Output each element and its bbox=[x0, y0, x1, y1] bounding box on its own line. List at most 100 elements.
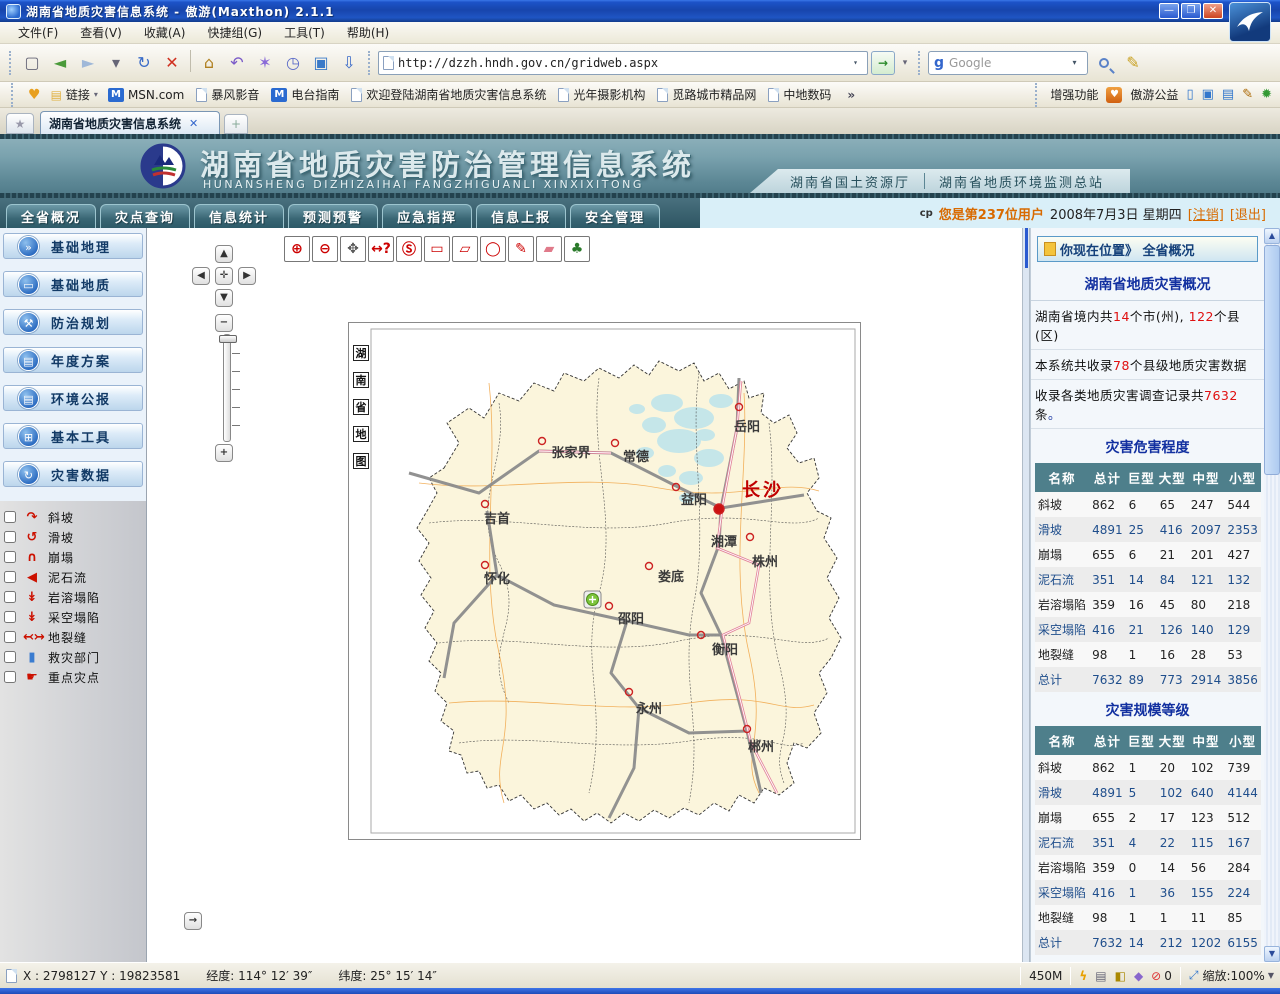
menu-item[interactable]: 帮助(H) bbox=[337, 22, 399, 43]
menu-item[interactable]: 工具(T) bbox=[274, 22, 335, 43]
highlight-icon[interactable]: ✎ bbox=[1120, 50, 1146, 76]
draw-line-tool[interactable]: ✎ bbox=[508, 236, 534, 262]
menu-item[interactable]: 文件(F) bbox=[8, 22, 68, 43]
pan-right-button[interactable]: ▶ bbox=[238, 267, 256, 285]
notes-icon[interactable]: ▤ bbox=[1222, 87, 1234, 102]
link-item[interactable]: 暴风影音 bbox=[196, 86, 259, 103]
minimize-button[interactable]: — bbox=[1159, 3, 1179, 19]
charity-label[interactable]: 傲游公益 bbox=[1130, 86, 1178, 103]
nav-tab-安全管理[interactable]: 安全管理 bbox=[570, 204, 660, 228]
forward-button[interactable]: ► bbox=[75, 50, 101, 76]
go-dropdown-icon[interactable]: ▾ bbox=[898, 50, 912, 76]
pan-center-button[interactable]: ✛ bbox=[215, 267, 233, 285]
links-overflow-icon[interactable]: » bbox=[847, 88, 855, 102]
sidebar-section-基本工具[interactable]: ⊞基本工具 bbox=[3, 423, 143, 449]
pen-icon[interactable]: ✎ bbox=[1242, 87, 1253, 102]
exit-link[interactable]: [退出] bbox=[1230, 204, 1266, 223]
url-text[interactable]: http://dzzh.hndh.gov.cn/gridweb.aspx bbox=[398, 56, 844, 70]
sidebar-section-灾害数据[interactable]: ↻灾害数据 bbox=[3, 461, 143, 487]
zoom-in-button[interactable]: + bbox=[215, 444, 233, 462]
tab-close-icon[interactable]: ✕ bbox=[189, 117, 198, 130]
scale-tool[interactable]: Ⓢ bbox=[396, 236, 422, 262]
layer-checkbox[interactable] bbox=[4, 531, 16, 543]
city-marker[interactable] bbox=[714, 504, 724, 514]
banner-link-monitor-station[interactable]: 湖南省地质环境监测总站 bbox=[939, 172, 1104, 191]
link-item[interactable]: 欢迎登陆湖南省地质灾害信息系统 bbox=[351, 86, 546, 103]
sidebar-section-基础地质[interactable]: ▭基础地质 bbox=[3, 271, 143, 297]
pan-tool[interactable]: ✥ bbox=[340, 236, 366, 262]
google-icon[interactable]: g bbox=[934, 55, 944, 71]
menu-item[interactable]: 快捷组(G) bbox=[197, 22, 272, 43]
panel-splitter[interactable] bbox=[1022, 228, 1030, 962]
ad-blocker-icon[interactable]: ⊘ bbox=[1151, 969, 1161, 983]
sidebar-section-环境公报[interactable]: ▤环境公报 bbox=[3, 385, 143, 411]
logout-link[interactable]: [注销] bbox=[1188, 204, 1224, 223]
link-item[interactable]: M电台指南 bbox=[271, 86, 339, 103]
close-button[interactable]: ✕ bbox=[1203, 3, 1223, 19]
nav-tab-信息统计[interactable]: 信息统计 bbox=[194, 204, 284, 228]
plugin-label[interactable]: 增强功能 bbox=[1050, 86, 1098, 103]
new-window-icon[interactable]: ◧ bbox=[1115, 969, 1126, 983]
banner-link-land-resources[interactable]: 湖南省国土资源厅 bbox=[790, 172, 910, 191]
zoom-dropdown-icon[interactable]: ▼ bbox=[1268, 971, 1274, 980]
home-button[interactable]: ⌂ bbox=[196, 50, 222, 76]
download-button[interactable]: ⇩ bbox=[336, 50, 362, 76]
map-viewport[interactable]: ▲ ◀ ✛ ▶ ▼ − + ⊕⊖✥↔?Ⓢ▭▱◯✎▰♣ bbox=[148, 228, 1022, 962]
nav-tab-应急指挥[interactable]: 应急指挥 bbox=[382, 204, 472, 228]
search-dropdown-icon[interactable]: ▾ bbox=[1067, 53, 1082, 73]
menu-item[interactable]: 查看(V) bbox=[70, 22, 132, 43]
go-button[interactable]: → bbox=[871, 51, 895, 75]
next-page-button[interactable]: → bbox=[184, 912, 202, 930]
layer-checkbox[interactable] bbox=[4, 651, 16, 663]
favorites-heart-icon[interactable]: ♥ bbox=[28, 87, 41, 103]
boost-lightning-icon[interactable]: ϟ bbox=[1079, 969, 1087, 983]
window-icon[interactable]: ▣ bbox=[1202, 87, 1214, 102]
layer-checkbox[interactable] bbox=[4, 571, 16, 583]
refresh-button[interactable]: ↻ bbox=[131, 50, 157, 76]
select-rectangle-tool[interactable]: ▭ bbox=[424, 236, 450, 262]
sidebar-section-防治规划[interactable]: ⚒防治规划 bbox=[3, 309, 143, 335]
link-item[interactable]: 中地数码 bbox=[768, 86, 831, 103]
window-list-button[interactable]: ▣ bbox=[308, 50, 334, 76]
locate-button[interactable] bbox=[584, 591, 601, 608]
search-go-icon[interactable] bbox=[1091, 50, 1117, 76]
nav-tab-全省概况[interactable]: 全省概况 bbox=[6, 204, 96, 228]
zoom-level[interactable]: 缩放:100% bbox=[1202, 967, 1264, 984]
pan-down-button[interactable]: ▼ bbox=[215, 289, 233, 307]
sidebar-section-基础地理[interactable]: »基础地理 bbox=[3, 233, 143, 259]
back-button[interactable]: ◄ bbox=[47, 50, 73, 76]
layer-checkbox[interactable] bbox=[4, 671, 16, 683]
globe-icon[interactable]: ✹ bbox=[1261, 87, 1272, 102]
links-folder[interactable]: ▤ 链接 ▾ bbox=[51, 86, 98, 103]
pan-left-button[interactable]: ◀ bbox=[192, 267, 210, 285]
layer-checkbox[interactable] bbox=[4, 551, 16, 563]
new-page-button[interactable]: ▢ bbox=[19, 50, 45, 76]
zoom-slider-thumb[interactable] bbox=[219, 335, 237, 343]
map-frame[interactable]: 张家界常德岳阳益阳吉首湘潭株州娄底怀化邵阳衡阳永州郴州长沙 湖南省地图 bbox=[348, 322, 861, 840]
address-dropdown-icon[interactable]: ▾ bbox=[848, 53, 863, 73]
link-item[interactable]: MMSN.com bbox=[108, 86, 184, 103]
hunan-map[interactable]: 张家界常德岳阳益阳吉首湘潭株州娄底怀化邵阳衡阳永州郴州长沙 bbox=[349, 323, 860, 839]
select-circle-tool[interactable]: ◯ bbox=[480, 236, 506, 262]
stop-button[interactable]: ✕ bbox=[159, 50, 185, 76]
zoom-slider[interactable] bbox=[223, 334, 231, 442]
vertical-scrollbar[interactable]: ▲ ▼ bbox=[1264, 228, 1280, 962]
layer-checkbox[interactable] bbox=[4, 631, 16, 643]
undo-button[interactable]: ↶ bbox=[224, 50, 250, 76]
select-polygon-tool[interactable]: ▱ bbox=[452, 236, 478, 262]
history-dropdown-button[interactable]: ▾ bbox=[103, 50, 129, 76]
maxthon-logo[interactable] bbox=[1229, 2, 1271, 42]
sidebar-section-年度方案[interactable]: ▤年度方案 bbox=[3, 347, 143, 373]
history-clock-button[interactable]: ◷ bbox=[280, 50, 306, 76]
new-tab-button[interactable]: + bbox=[224, 114, 248, 134]
layer-checkbox[interactable] bbox=[4, 591, 16, 603]
proxy-printer-icon[interactable]: ▤ bbox=[1095, 969, 1106, 983]
search-input[interactable]: Google bbox=[949, 56, 1062, 70]
tab-active[interactable]: 湖南省地质灾害信息系统 ✕ bbox=[40, 111, 220, 134]
zoom-out-tool[interactable]: ⊖ bbox=[312, 236, 338, 262]
link-item[interactable]: 光年摄影机构 bbox=[558, 86, 645, 103]
measure-distance-tool[interactable]: ↔? bbox=[368, 236, 394, 262]
nav-tab-灾点查询[interactable]: 灾点查询 bbox=[100, 204, 190, 228]
scrollbar-thumb[interactable] bbox=[1264, 245, 1280, 475]
scroll-up-icon[interactable]: ▲ bbox=[1264, 228, 1280, 244]
